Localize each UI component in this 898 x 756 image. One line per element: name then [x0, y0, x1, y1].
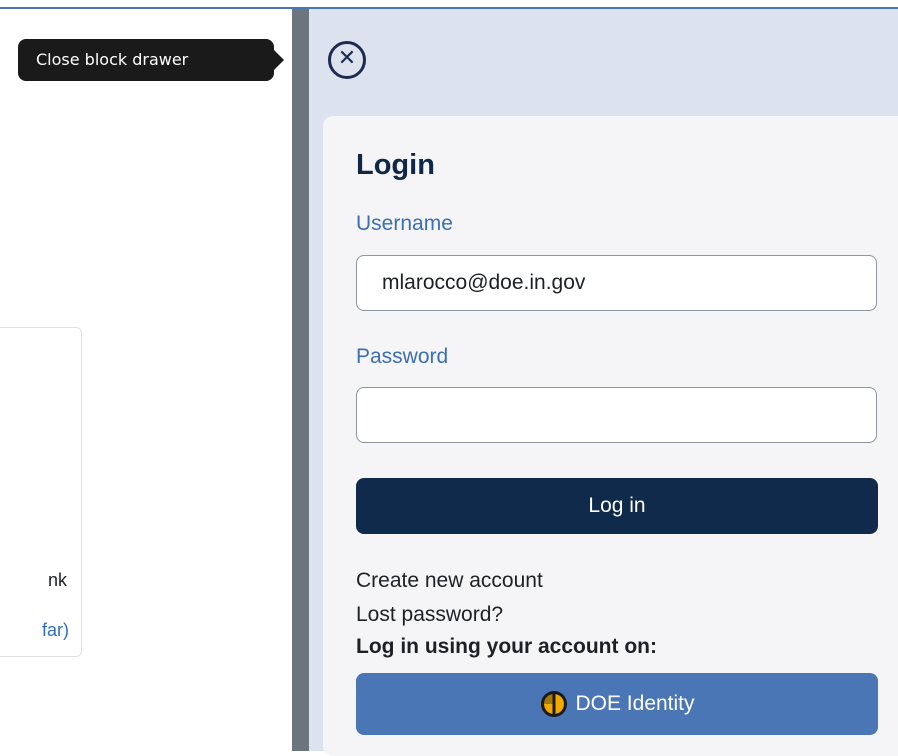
password-field[interactable]	[356, 387, 877, 443]
lost-password-link[interactable]: Lost password?	[356, 603, 503, 627]
doe-identity-button[interactable]: DOE Identity	[356, 673, 878, 735]
login-title: Login	[356, 149, 435, 181]
username-field[interactable]	[356, 255, 877, 311]
close-drawer-tooltip: Close block drawer	[18, 39, 284, 81]
block-drawer: ✕ Login Username Password Log in Create …	[309, 9, 898, 756]
background-link-fragment[interactable]: far)	[42, 620, 69, 641]
background-text-fragment: nk	[47, 570, 67, 590]
alt-login-heading: Log in using your account on:	[356, 635, 657, 658]
close-drawer-button[interactable]: ✕	[328, 41, 366, 79]
create-account-link[interactable]: Create new account	[356, 569, 543, 593]
doe-identity-logo-icon	[541, 691, 568, 717]
background-page-card: nk far)	[0, 327, 82, 657]
doe-identity-label: DOE Identity	[575, 692, 695, 715]
drawer-divider	[292, 9, 309, 751]
log-in-button[interactable]: Log in	[356, 478, 878, 534]
username-label: Username	[356, 212, 453, 235]
password-label: Password	[356, 345, 449, 368]
login-block: Login Username Password Log in Create ne…	[323, 116, 898, 756]
close-icon: ✕	[337, 46, 357, 71]
